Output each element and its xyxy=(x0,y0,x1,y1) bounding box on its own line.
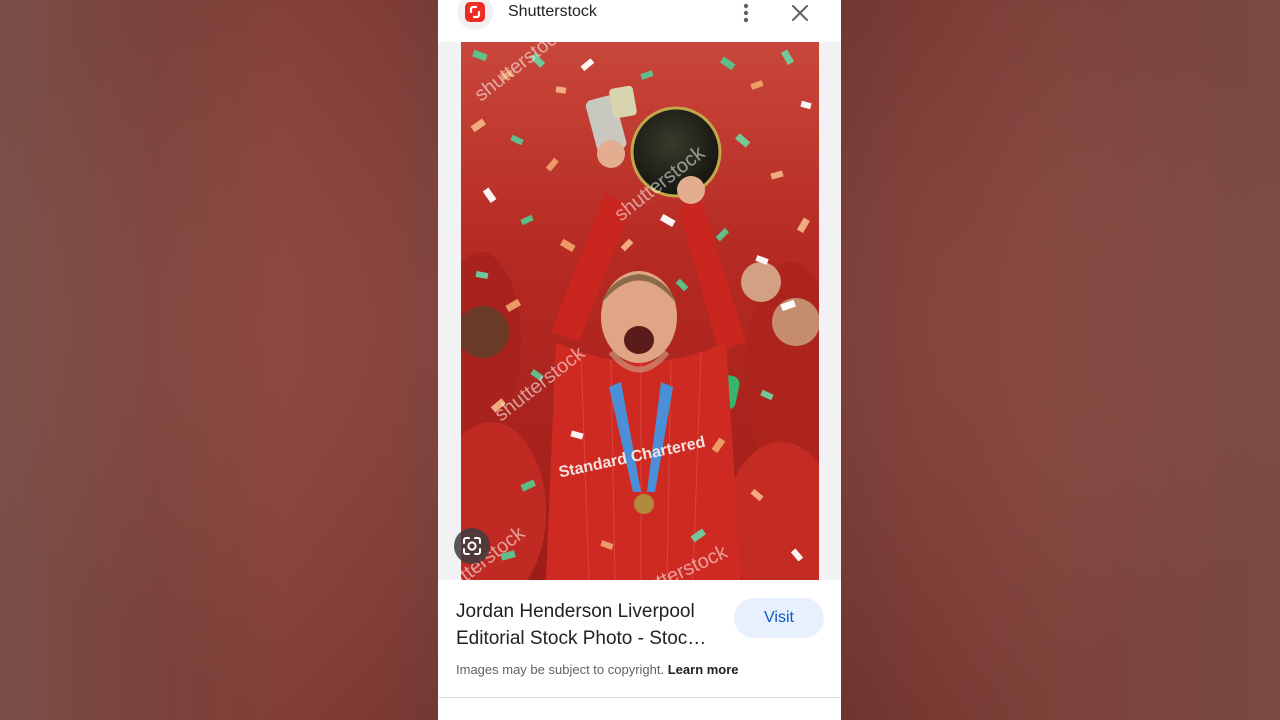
copyright-notice: Images may be subject to copyright. Lear… xyxy=(456,662,739,677)
close-icon xyxy=(792,5,808,21)
shutterstock-logo-icon[interactable] xyxy=(457,0,493,30)
divider xyxy=(438,697,841,698)
learn-more-link[interactable]: Learn more xyxy=(668,662,739,677)
result-title[interactable]: Jordan Henderson Liverpool Editorial Sto… xyxy=(456,598,724,652)
close-button[interactable] xyxy=(788,0,812,26)
more-options-button[interactable] xyxy=(734,0,758,26)
preview-image[interactable]: Standard Chartered shutterstock shutters… xyxy=(461,42,819,580)
google-lens-icon xyxy=(463,537,481,555)
preview-header: Shutterstock xyxy=(438,0,841,42)
visit-button[interactable]: Visit xyxy=(734,598,824,638)
image-preview-panel: Shutterstock Standard Chartered shutters… xyxy=(438,0,841,720)
result-title-line2: Editorial Stock Photo - Stoc… xyxy=(456,628,707,649)
image-frame: Standard Chartered shutterstock shutters… xyxy=(438,42,841,580)
site-name[interactable]: Shutterstock xyxy=(508,3,597,21)
google-lens-button[interactable] xyxy=(454,528,490,564)
result-title-line1: Jordan Henderson Liverpool xyxy=(456,601,695,622)
copyright-text: Images may be subject to copyright. xyxy=(456,662,665,677)
more-vert-icon xyxy=(743,3,749,23)
